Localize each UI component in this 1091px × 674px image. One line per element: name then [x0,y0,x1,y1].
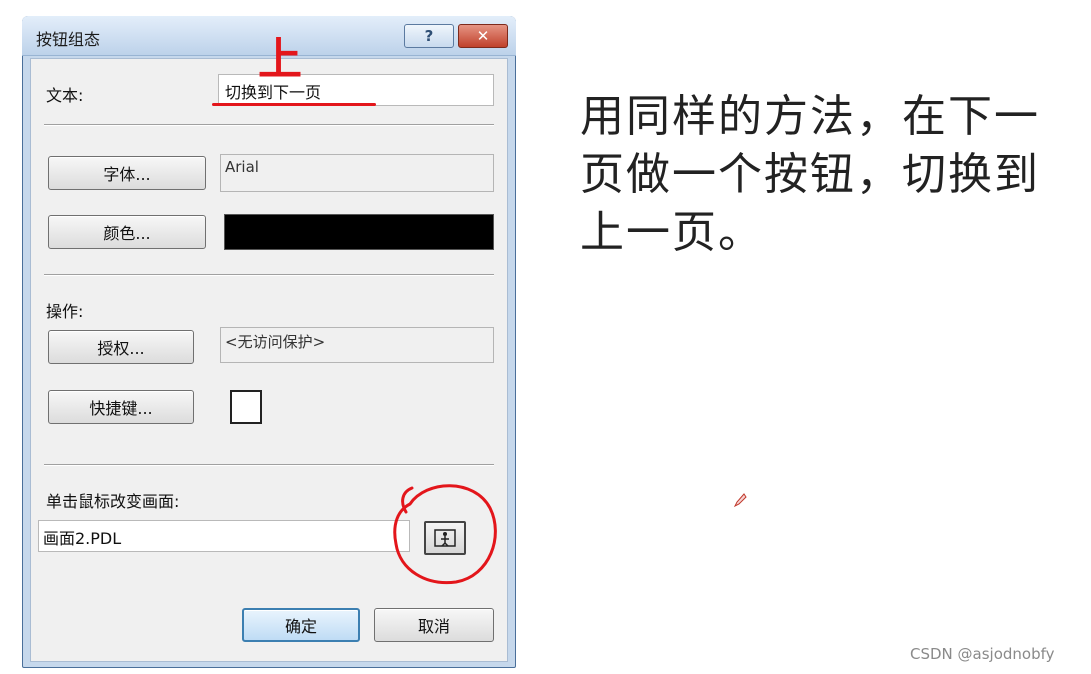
font-button[interactable]: 字体... [48,156,206,190]
mouse-cursor-icon [733,493,747,508]
cancel-button[interactable]: 取消 [374,608,494,642]
help-icon: ? [424,27,434,45]
dialog-title: 按钮组态 [36,30,101,49]
color-swatch[interactable] [224,214,494,250]
operation-label: 操作: [46,302,84,321]
annotation-handwritten-up: 上 [258,38,318,88]
close-button[interactable]: ✕ [458,24,508,48]
screen-change-label: 单击鼠标改变画面: [46,492,180,511]
watermark: CSDN @asjodnobfy [910,645,1055,663]
ok-button[interactable]: 确定 [242,608,360,642]
help-button[interactable]: ? [404,24,454,48]
separator [44,124,494,126]
separator [44,464,494,466]
screen-name-input[interactable]: 画面2.PDL [38,520,410,552]
font-value: Arial [220,154,494,192]
text-label: 文本: [46,86,84,105]
instruction-note: 用同样的方法，在下一页做一个按钮，切换到上一页。 [580,91,1040,258]
color-button[interactable]: 颜色... [48,215,206,249]
annotation-circle [393,484,497,585]
close-icon: ✕ [476,27,490,45]
hotkey-checkbox[interactable] [230,390,262,424]
authorization-value: <无访问保护> [220,327,494,363]
hotkey-button[interactable]: 快捷键... [48,390,194,424]
annotation-underline [212,103,376,106]
authorization-button[interactable]: 授权... [48,330,194,364]
separator [44,274,494,276]
screen-name-value: 画面2.PDL [43,529,122,548]
annotation-text: 上 [258,34,302,85]
